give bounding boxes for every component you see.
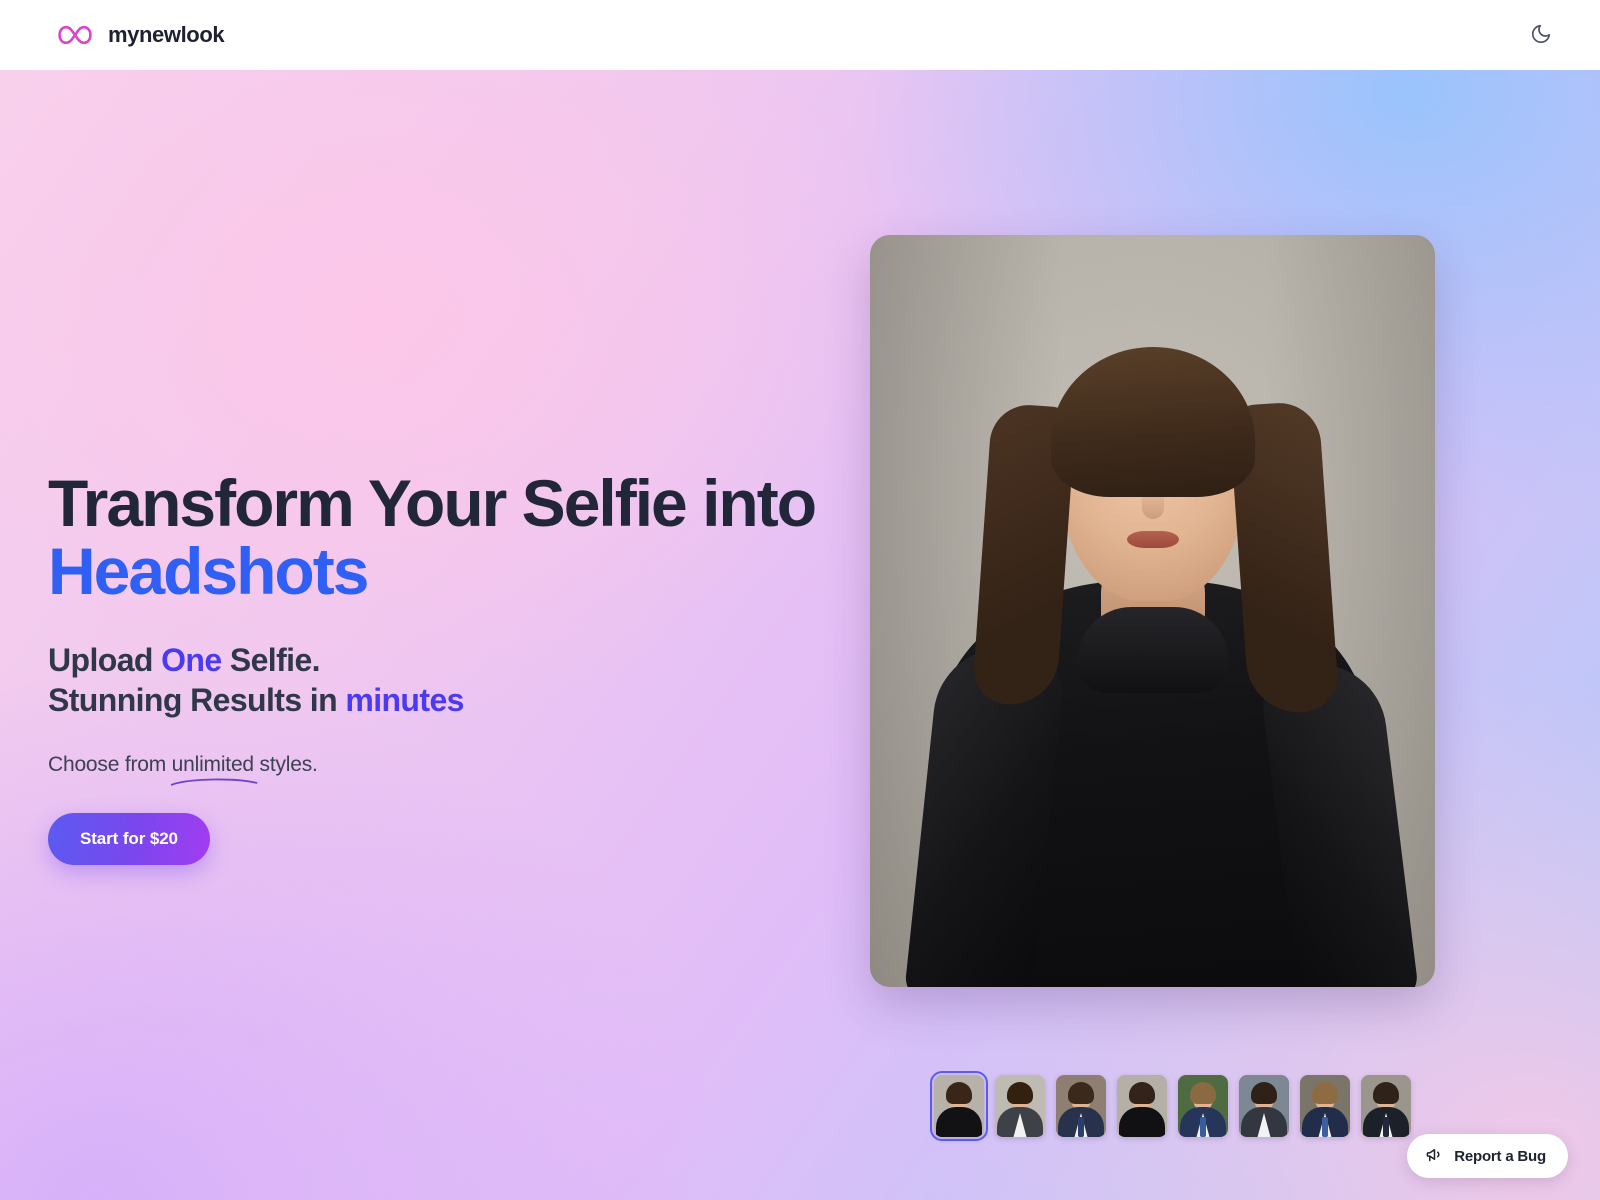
subhead-text-2: Selfie. xyxy=(221,641,321,678)
report-bug-label: Report a Bug xyxy=(1454,1147,1546,1165)
thumbnail-hair xyxy=(1312,1082,1338,1104)
style-thumbnail-strip xyxy=(930,1071,1411,1141)
tagline-unlimited: unlimited xyxy=(171,752,254,776)
thumbnail-hair xyxy=(946,1082,972,1104)
headline-line-2: Headshots xyxy=(48,533,369,608)
moon-icon xyxy=(1530,23,1552,48)
subhead-text-3: Stunning Results in xyxy=(48,682,346,719)
portrait-mouth xyxy=(1126,531,1179,548)
subhead-highlight-minutes: minutes xyxy=(345,682,464,719)
hero-section: Transform Your Selfie into Headshots Upl… xyxy=(0,70,1600,1200)
thumbnail-hair xyxy=(1007,1082,1033,1104)
thumbnail-hair xyxy=(1068,1082,1094,1104)
style-thumbnail-6[interactable] xyxy=(1300,1075,1350,1137)
thumbnail-tie xyxy=(1383,1117,1389,1137)
thumbnail-tie xyxy=(1322,1117,1328,1137)
hero-preview xyxy=(870,235,1435,987)
hero-subheadline: Upload One Selfie. Stunning Results in m… xyxy=(48,640,838,721)
thumbnail-outfit xyxy=(1119,1107,1165,1137)
underline-swoosh-icon xyxy=(170,778,258,786)
hero-tagline: Choose from unlimited styles. xyxy=(48,752,318,786)
thumbnail-tie xyxy=(1200,1117,1206,1137)
subhead-text-1: Upload xyxy=(48,641,162,678)
brand-logo[interactable]: mynewlook xyxy=(56,22,225,48)
style-thumbnail-2[interactable] xyxy=(1056,1075,1106,1137)
megaphone-icon xyxy=(1425,1145,1444,1167)
site-header: mynewlook xyxy=(0,0,1600,70)
infinity-icon xyxy=(56,22,94,48)
subhead-highlight-one: One xyxy=(161,641,222,678)
thumbnail-hair xyxy=(1373,1082,1399,1104)
page-title: Transform Your Selfie into Headshots xyxy=(48,469,838,608)
thumbnail-outfit xyxy=(936,1107,982,1137)
thumbnail-hair xyxy=(1129,1082,1155,1104)
hero-copy: Transform Your Selfie into Headshots Upl… xyxy=(48,469,838,865)
preview-image[interactable] xyxy=(870,235,1435,987)
tagline-text-2: styles. xyxy=(253,752,318,776)
style-thumbnail-4[interactable] xyxy=(1178,1075,1228,1137)
thumbnail-hair xyxy=(1251,1082,1277,1104)
style-thumbnail-1[interactable] xyxy=(995,1075,1045,1137)
thumbnail-tie xyxy=(1078,1117,1084,1137)
headline-line-1: Transform Your Selfie into xyxy=(48,466,817,540)
start-for-price-button[interactable]: Start for $20 xyxy=(48,812,210,865)
tagline-underlined-word: unlimited xyxy=(170,752,258,786)
brand-name: mynewlook xyxy=(108,22,225,47)
style-thumbnail-0[interactable] xyxy=(930,1071,988,1141)
theme-toggle-button[interactable] xyxy=(1520,14,1562,56)
style-thumbnail-5[interactable] xyxy=(1239,1075,1289,1137)
portrait-turtleneck-collar xyxy=(1076,607,1229,693)
style-thumbnail-7[interactable] xyxy=(1361,1075,1411,1137)
thumbnail-hair xyxy=(1190,1082,1216,1104)
report-bug-button[interactable]: Report a Bug xyxy=(1407,1134,1568,1178)
tagline-text-1: Choose from xyxy=(48,752,172,776)
style-thumbnail-3[interactable] xyxy=(1117,1075,1167,1137)
